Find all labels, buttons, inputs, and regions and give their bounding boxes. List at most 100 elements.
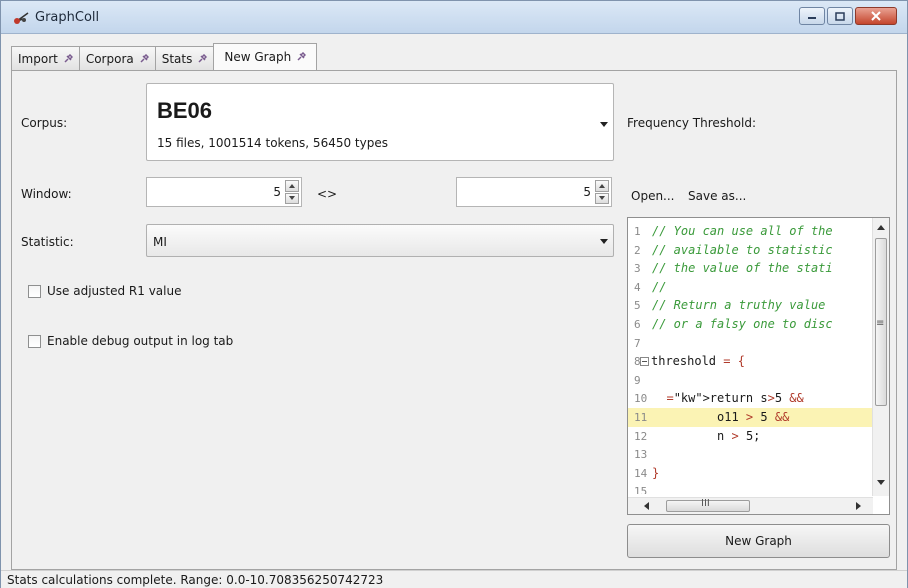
- tab-label: New Graph: [224, 50, 292, 64]
- line-number: 15: [634, 485, 648, 494]
- tab-corpora[interactable]: Corpora: [78, 46, 156, 70]
- line-number: 1: [634, 225, 641, 238]
- code-line[interactable]: 14}: [628, 464, 873, 483]
- code-line[interactable]: 1 // You can use all of the: [628, 222, 873, 241]
- code-text: // Return a truthy value: [652, 298, 826, 313]
- window-title: GraphColl: [35, 10, 100, 25]
- code-text: //: [652, 279, 667, 294]
- scroll-left-arrow-icon[interactable]: [644, 502, 649, 510]
- code-line[interactable]: 15: [628, 482, 873, 494]
- fold-toggle-icon[interactable]: [640, 357, 649, 367]
- line-number: 11: [634, 410, 648, 424]
- spinner-buttons: [285, 180, 299, 204]
- spinner-up-button[interactable]: [285, 180, 299, 192]
- tab-label: Corpora: [85, 51, 134, 66]
- arrow-down-icon: [599, 196, 605, 201]
- spinner-buttons: [595, 180, 609, 204]
- debug-output-checkbox[interactable]: Enable debug output in log tab: [28, 334, 233, 348]
- title-bar: GraphColl: [1, 1, 907, 34]
- spinner-down-button[interactable]: [595, 192, 609, 204]
- code-line[interactable]: 8 threshold = {: [628, 352, 873, 371]
- spinner-up-button[interactable]: [595, 180, 609, 192]
- spinner-down-button[interactable]: [285, 192, 299, 204]
- tab-label: Import: [18, 51, 58, 66]
- pin-icon[interactable]: [296, 52, 307, 62]
- code-line[interactable]: 10 ="kw">return s>5 &&: [628, 389, 873, 408]
- graphcoll-app-icon: [13, 11, 29, 25]
- code-line[interactable]: 4 //: [628, 278, 873, 297]
- code-text: n > 5;: [652, 428, 761, 443]
- scroll-right-arrow-icon[interactable]: [856, 502, 861, 510]
- line-number: 10: [634, 392, 648, 406]
- code-line[interactable]: 12 n > 5;: [628, 427, 873, 446]
- window-left-value: 5: [273, 185, 281, 199]
- line-number: 9: [634, 373, 641, 387]
- line-number: 12: [634, 429, 648, 443]
- pin-icon[interactable]: [197, 53, 208, 64]
- line-number: 3: [634, 262, 641, 276]
- tab-stats[interactable]: Stats: [154, 46, 215, 70]
- chevron-down-icon: [600, 122, 608, 127]
- pin-icon[interactable]: [63, 53, 73, 64]
- maximize-button[interactable]: [827, 7, 853, 25]
- window-right-spinner[interactable]: 5: [456, 177, 612, 207]
- scroll-up-arrow-icon[interactable]: [877, 225, 885, 230]
- corpus-label: Corpus:: [21, 116, 68, 130]
- arrow-up-icon: [289, 183, 295, 188]
- corpus-info: 15 files, 1001514 tokens, 56450 types: [157, 136, 388, 150]
- line-number: 7: [634, 336, 641, 350]
- tab-new-graph[interactable]: New Graph: [213, 43, 318, 70]
- save-as-link[interactable]: Save as...: [688, 189, 746, 203]
- line-number: 5: [634, 299, 641, 313]
- checkbox-box[interactable]: [28, 284, 41, 298]
- code-line[interactable]: 7: [628, 334, 873, 353]
- checkbox-box[interactable]: [28, 334, 41, 348]
- arrow-up-icon: [599, 183, 605, 188]
- chevron-down-icon: [600, 239, 608, 244]
- code-line[interactable]: 5 // Return a truthy value: [628, 296, 873, 315]
- line-number: 2: [634, 243, 641, 257]
- line-number: 6: [634, 317, 641, 331]
- statistic-value: MI: [153, 235, 167, 249]
- window-label: Window:: [21, 187, 72, 201]
- code-text: }: [652, 465, 660, 480]
- threshold-code-editor[interactable]: 1 // You can use all of the 2 // available …: [627, 217, 890, 515]
- status-bar: Stats calculations complete. Range: 0.0-…: [1, 570, 907, 588]
- corpus-select[interactable]: BE06 15 files, 1001514 tokens, 56450 typ…: [146, 83, 614, 161]
- code-text: threshold = {: [651, 354, 745, 369]
- status-text: Stats calculations complete. Range: 0.0-…: [7, 573, 384, 587]
- vertical-scrollbar[interactable]: ≡: [872, 218, 889, 496]
- window-right-value: 5: [583, 185, 591, 199]
- tab-import[interactable]: Import: [11, 46, 80, 70]
- app-window: GraphColl Import Corpora Stats New Graph…: [0, 0, 908, 588]
- code-line[interactable]: 3 // the value of the stati: [628, 259, 873, 278]
- adjusted-r1-checkbox[interactable]: Use adjusted R1 value: [28, 284, 181, 298]
- code-area[interactable]: 1 // You can use all of the 2 // available …: [628, 222, 873, 494]
- horizontal-scrollbar[interactable]: III: [628, 497, 873, 514]
- pin-icon[interactable]: [139, 53, 149, 64]
- new-graph-button[interactable]: New Graph: [627, 524, 890, 558]
- window-left-spinner[interactable]: 5: [146, 177, 302, 207]
- scroll-grip-icon: ≡: [876, 318, 885, 329]
- code-text: o11 > 5 &&: [652, 409, 790, 424]
- code-line[interactable]: 13: [628, 445, 873, 464]
- close-icon: [871, 11, 881, 21]
- horizontal-scroll-thumb[interactable]: III: [666, 498, 750, 512]
- corpus-name: BE06: [157, 98, 213, 123]
- open-link[interactable]: Open...: [631, 189, 675, 203]
- frequency-threshold-label: Frequency Threshold:: [627, 116, 756, 130]
- code-line[interactable]: 9: [628, 371, 873, 390]
- close-button[interactable]: [855, 7, 897, 25]
- line-number: 4: [634, 280, 641, 294]
- scroll-grip-icon: III: [701, 498, 710, 509]
- scroll-down-arrow-icon[interactable]: [877, 480, 885, 485]
- minimize-button[interactable]: [799, 7, 825, 25]
- code-line[interactable]: 6 // or a falsy one to disc: [628, 315, 873, 334]
- code-line[interactable]: 11 o11 > 5 &&: [628, 407, 873, 427]
- debug-output-label: Enable debug output in log tab: [47, 334, 234, 348]
- statistic-select[interactable]: MI: [146, 224, 614, 257]
- code-text: // available to statistic: [652, 242, 833, 257]
- code-line[interactable]: 2 // available to statistic: [628, 241, 873, 260]
- window-controls: [799, 7, 897, 25]
- code-text: // or a falsy one to disc: [652, 316, 833, 331]
